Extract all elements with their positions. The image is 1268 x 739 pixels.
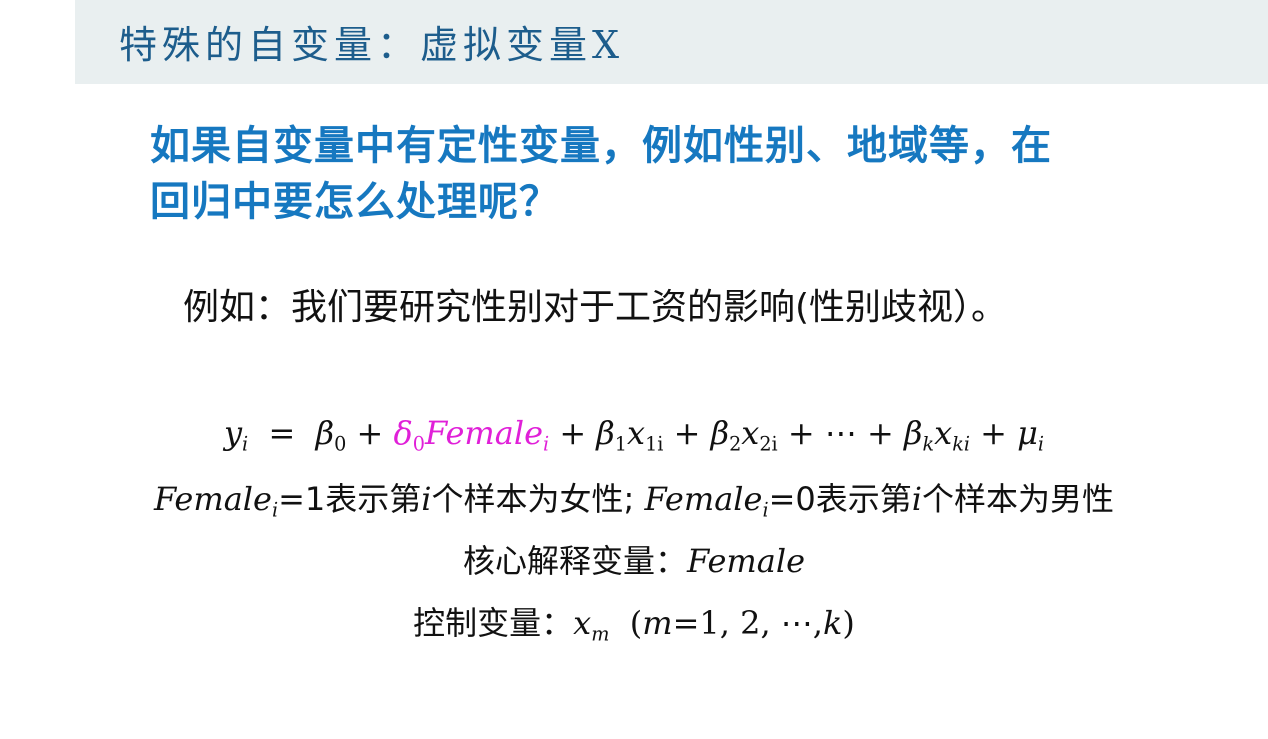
question-line-2: 回归中要怎么处理呢？ bbox=[150, 179, 560, 225]
mu-symbol: μ bbox=[1017, 414, 1038, 452]
female-dummy-term: δ0Femalei bbox=[393, 414, 550, 454]
sub-ki: ki bbox=[952, 432, 970, 456]
var-k: k bbox=[822, 604, 843, 642]
sub-0: 0 bbox=[412, 432, 426, 456]
beta-symbol: β bbox=[904, 414, 923, 452]
sub-i: i bbox=[543, 432, 550, 456]
sub-1: 1 bbox=[614, 432, 628, 456]
var-i: i bbox=[911, 480, 923, 518]
female-var: Female bbox=[644, 480, 763, 518]
regression-equation: yi = β0 + δ0Femalei + β1x1i + β2x2i + ⋯ … bbox=[0, 414, 1268, 454]
female-var: Female bbox=[425, 414, 543, 452]
sub-m: m bbox=[591, 622, 610, 646]
plus-sign: + bbox=[673, 414, 701, 452]
control-variable-label: 控制变量： bbox=[413, 604, 574, 642]
var-x: x bbox=[741, 414, 760, 452]
sample-female-text: 个样本为女性; bbox=[431, 480, 635, 518]
question-text: 如果自变量中有定性变量，例如性别、地域等，在 回归中要怎么处理呢？ bbox=[150, 118, 1190, 230]
core-variable-line: 核心解释变量：Female bbox=[0, 536, 1268, 582]
sub-1i: 1i bbox=[645, 432, 664, 456]
var-x: x bbox=[573, 604, 592, 642]
equals-zero-text: =0表示第 bbox=[768, 480, 912, 518]
sub-2i: 2i bbox=[759, 432, 778, 456]
sub-k: k bbox=[922, 432, 935, 456]
sub-i: i bbox=[242, 432, 249, 456]
title-bar: 特殊的自变量：虚拟变量X bbox=[75, 0, 1268, 84]
var-x: x bbox=[627, 414, 646, 452]
example-text: 例如：我们要研究性别对于工资的影响(性别歧视）。 bbox=[183, 287, 1008, 328]
sample-male-text: 个样本为男性 bbox=[922, 480, 1115, 518]
plus-sign: + bbox=[787, 414, 815, 452]
range-values: =1, 2, ⋯, bbox=[672, 604, 823, 642]
plus-sign: + bbox=[867, 414, 894, 452]
beta-symbol: β bbox=[596, 414, 615, 452]
ellipsis: ⋯ bbox=[824, 414, 857, 452]
plus-sign: + bbox=[980, 414, 1007, 452]
slide-title: 特殊的自变量：虚拟变量X bbox=[119, 23, 625, 67]
var-m: m bbox=[642, 604, 673, 642]
female-var: Female bbox=[687, 542, 805, 580]
paren-open: ( bbox=[629, 604, 643, 642]
beta-symbol: β bbox=[710, 414, 730, 452]
beta-symbol: β bbox=[315, 414, 335, 452]
paren-close: ) bbox=[842, 604, 855, 642]
control-variable-line: 控制变量：xm (m=1, 2, ⋯,k) bbox=[0, 598, 1268, 644]
plus-sign: + bbox=[559, 414, 587, 452]
core-variable-label: 核心解释变量： bbox=[463, 542, 688, 580]
dummy-definition: Femalei=1表示第i个样本为女性; Femalei=0表示第i个样本为男性 bbox=[0, 474, 1268, 520]
var-x: x bbox=[934, 414, 953, 452]
question-line-1: 如果自变量中有定性变量，例如性别、地域等，在 bbox=[150, 123, 1052, 169]
delta-symbol: δ bbox=[393, 414, 413, 452]
var-i: i bbox=[421, 480, 432, 518]
var-y: y bbox=[223, 414, 243, 452]
female-var: Female bbox=[153, 480, 272, 518]
sub-2: 2 bbox=[729, 432, 742, 456]
equals-one-text: =1表示第 bbox=[278, 480, 422, 518]
sub-0: 0 bbox=[334, 432, 347, 456]
plus-sign: + bbox=[356, 414, 384, 452]
equals-sign: = bbox=[268, 414, 296, 452]
sub-i: i bbox=[1037, 432, 1045, 456]
